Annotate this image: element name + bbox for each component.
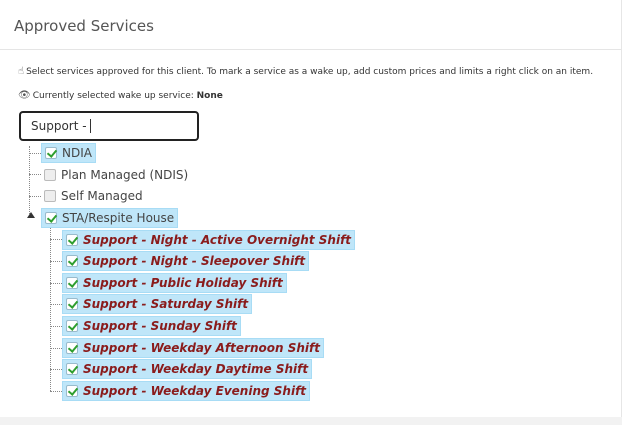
tree-connector <box>50 261 62 262</box>
tree-connector <box>50 228 51 391</box>
eye-icon: 👁 <box>18 90 31 101</box>
tree-child-item[interactable]: Support - Weekday Evening Shift <box>62 381 311 401</box>
tree-connector <box>50 326 62 327</box>
tree-child-label: Support - Weekday Afternoon Shift <box>83 341 320 355</box>
panel-header: Approved Services <box>0 0 621 50</box>
checkbox-checked-icon[interactable] <box>45 147 57 159</box>
checkbox-checked-icon[interactable] <box>66 342 78 354</box>
tree-child-label: Support - Saturday Shift <box>83 297 249 311</box>
tree-child-item[interactable]: Support - Saturday Shift <box>62 294 253 314</box>
tree-child-label: Support - Weekday Evening Shift <box>83 384 307 398</box>
wake-up-service-info: 👁 Currently selected wake up service: Non… <box>18 90 223 101</box>
tree-node-label: Plan Managed (NDIS) <box>61 168 189 182</box>
wake-up-value: None <box>196 91 223 101</box>
page-footer-strip <box>0 417 622 425</box>
tree-child-item[interactable]: Support - Sunday Shift <box>62 316 241 336</box>
tree-child-item[interactable]: Support - Night - Active Overnight Shift <box>62 230 356 250</box>
tree-child-label: Support - Sunday Shift <box>83 319 237 333</box>
checkbox-checked-icon[interactable] <box>45 212 57 224</box>
instructions-hint: ☝ Select services approved for this clien… <box>18 66 593 77</box>
search-input-value[interactable]: Support - <box>31 119 87 133</box>
panel-title: Approved Services <box>14 17 154 35</box>
wake-up-label: Currently selected wake up service: <box>32 91 197 101</box>
tree-node-self-managed[interactable]: Self Managed <box>41 186 146 206</box>
checkbox-checked-icon[interactable] <box>66 277 78 289</box>
expand-arrow-icon[interactable] <box>27 212 35 218</box>
tree-child-item[interactable]: Support - Weekday Afternoon Shift <box>62 338 324 358</box>
pointer-hand-icon: ☝ <box>18 66 25 77</box>
tree-child-label: Support - Public Holiday Shift <box>83 276 283 290</box>
tree-connector <box>50 348 62 349</box>
tree-connector <box>50 391 62 392</box>
checkbox-checked-icon[interactable] <box>66 385 78 397</box>
checkbox-checked-icon[interactable] <box>66 363 78 375</box>
checkbox-checked-icon[interactable] <box>66 320 78 332</box>
tree-connector <box>29 174 41 175</box>
tree-child-label: Support - Weekday Daytime Shift <box>83 362 309 376</box>
tree-child-item[interactable]: Support - Night - Sleepover Shift <box>62 251 310 271</box>
tree-connector <box>50 239 62 240</box>
tree-connector <box>29 196 41 197</box>
tree-node-label: Self Managed <box>61 189 143 203</box>
tree-child-item[interactable]: Support - Weekday Daytime Shift <box>62 359 313 379</box>
checkbox-checked-icon[interactable] <box>66 298 78 310</box>
tree-node-label: NDIA <box>62 146 92 160</box>
tree-node-plan-managed[interactable]: Plan Managed (NDIS) <box>41 165 191 185</box>
tree-connector <box>29 153 41 154</box>
tree-child-item[interactable]: Support - Public Holiday Shift <box>62 273 287 293</box>
tree-connector <box>29 146 30 218</box>
text-caret <box>89 119 91 133</box>
approved-services-panel: Approved Services ☝ Select services appro… <box>0 0 622 417</box>
tree-connector <box>50 369 62 370</box>
hint-text: Select services approved for this client… <box>26 67 594 77</box>
tree-node-label: STA/Respite House <box>62 211 175 225</box>
checkbox-checked-icon[interactable] <box>66 234 78 246</box>
tree-child-label: Support - Night - Sleepover Shift <box>83 254 306 268</box>
checkbox-unchecked-icon[interactable] <box>44 190 56 202</box>
tree-node-sta-respite-house[interactable]: STA/Respite House <box>41 208 179 228</box>
tree-connector <box>50 304 62 305</box>
tree-connector <box>50 283 62 284</box>
tree-node-ndia[interactable]: NDIA <box>41 143 96 163</box>
service-search-input[interactable]: Support - <box>19 111 199 141</box>
checkbox-checked-icon[interactable] <box>66 255 78 267</box>
tree-child-label: Support - Night - Active Overnight Shift <box>83 233 352 247</box>
checkbox-unchecked-icon[interactable] <box>44 169 56 181</box>
